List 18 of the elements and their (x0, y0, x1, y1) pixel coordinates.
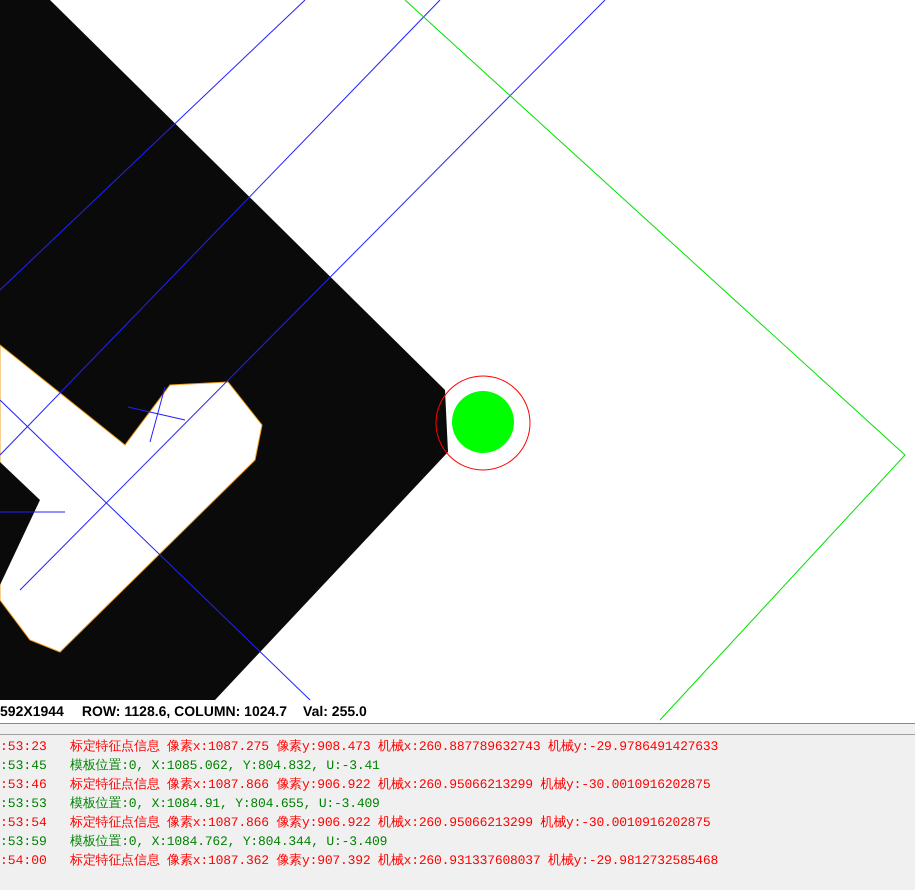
log-message: 标定特征点信息 像素x:1087.275 像素y:908.473 机械x:260.887789632743 机械y:-29.9786491427633 (70, 738, 718, 756)
cursor-position-text: ROW: 1128.6, COLUMN: 1024.7 (82, 702, 287, 720)
log-message: 标定特征点信息 像素x:1087.866 像素y:906.922 机械x:260.95066213299 机械y:-30.0010916202875 (70, 814, 710, 832)
log-time: :53:53 (0, 794, 48, 813)
log-time: :53:59 (0, 832, 48, 851)
splitter-bar[interactable] (0, 723, 915, 735)
log-time: :54:00 (0, 852, 48, 870)
pixel-value-text: Val: 255.0 (303, 702, 367, 720)
log-time: :53:23 (0, 738, 48, 756)
log-time: :53:45 (0, 756, 48, 775)
log-message: 模板位置:0, X:1084.91, Y:804.655, U:-3.409 (70, 794, 380, 813)
log-time: :53:54 (0, 814, 48, 832)
log-message: 模板位置:0, X:1084.762, Y:804.344, U:-3.409 (70, 832, 388, 851)
log-message: 模板位置:0, X:1085.062, Y:804.832, U:-3.41 (70, 756, 380, 775)
image-size-text: 592X1944 (0, 702, 64, 720)
log-time: :53:46 (0, 776, 48, 794)
log-message: 标定特征点信息 像素x:1087.362 像素y:907.392 机械x:260.931337608037 机械y:-29.9812732585468 (70, 852, 718, 870)
log-message: 标定特征点信息 像素x:1087.866 像素y:906.922 机械x:260.95066213299 机械y:-30.0010916202875 (70, 776, 710, 794)
